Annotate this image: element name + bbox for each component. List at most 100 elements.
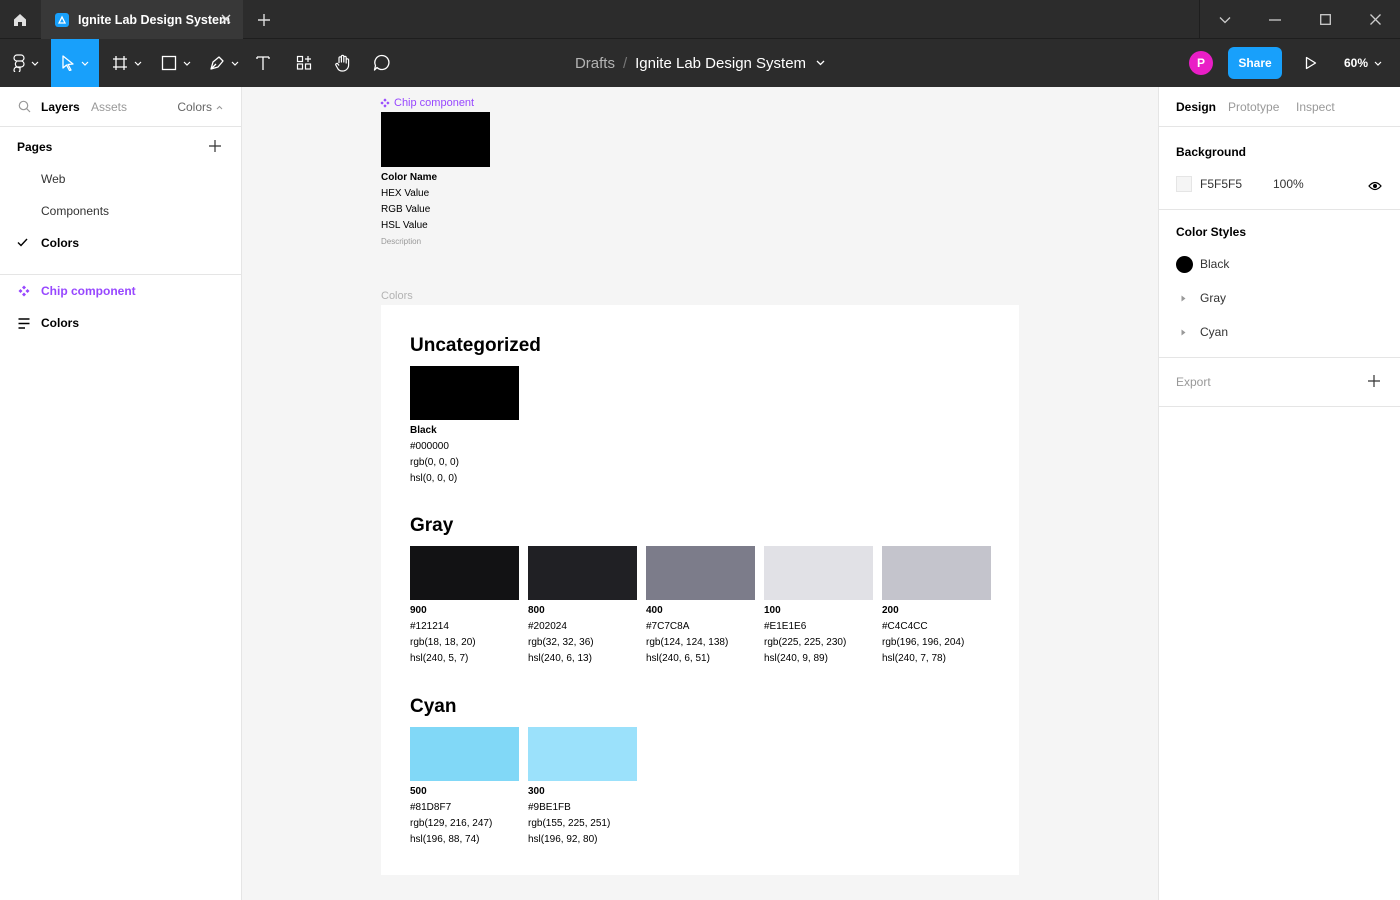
add-export-button[interactable] — [1367, 374, 1381, 393]
zoom-level: 60% — [1344, 56, 1369, 70]
chevron-down-icon — [1219, 16, 1231, 23]
chip-component-label[interactable]: Chip component — [380, 97, 474, 109]
move-tool-button[interactable] — [51, 39, 99, 87]
color-swatch[interactable] — [528, 727, 637, 781]
layer-colors-frame[interactable]: Colors — [0, 307, 241, 339]
breadcrumb-drafts-link[interactable]: Drafts — [575, 55, 615, 72]
swatch-hsl-value: hsl(240, 6, 13) — [528, 653, 592, 664]
caret-right-icon — [1181, 289, 1186, 307]
close-tab-icon[interactable] — [219, 12, 233, 26]
chevron-down-icon — [1374, 61, 1382, 66]
colors-frame-label[interactable]: Colors — [381, 290, 413, 302]
background-color-swatch[interactable] — [1176, 176, 1192, 192]
page-item-colors[interactable]: Colors — [0, 227, 241, 259]
minimize-button[interactable] — [1250, 0, 1300, 39]
close-icon — [1369, 14, 1381, 25]
new-tab-button[interactable] — [253, 10, 275, 30]
swatch-hsl-value: hsl(240, 6, 51) — [646, 653, 710, 664]
page-item-web[interactable]: Web — [0, 163, 241, 195]
tab-inspect[interactable]: Inspect — [1296, 100, 1335, 114]
file-tab[interactable]: Ignite Lab Design System — [41, 0, 243, 39]
tab-prototype[interactable]: Prototype — [1228, 100, 1279, 114]
file-menu-chevron-icon[interactable] — [816, 60, 825, 66]
pen-tool-button[interactable] — [201, 39, 247, 87]
color-swatch[interactable] — [410, 727, 519, 781]
color-swatch[interactable] — [410, 546, 519, 600]
add-page-button[interactable] — [208, 139, 222, 158]
swatch-rgb-value: rgb(0, 0, 0) — [410, 457, 459, 468]
page-item-label: Components — [41, 204, 110, 218]
swatch-rgb-value: rgb(225, 225, 230) — [764, 637, 847, 648]
shape-tool-button[interactable] — [153, 39, 199, 87]
swatch-name: Black — [410, 425, 437, 436]
tab-design[interactable]: Design — [1176, 100, 1216, 114]
swatch-name: 800 — [528, 605, 545, 616]
layer-label: Chip component — [41, 284, 136, 298]
swatch-hex-value: #E1E1E6 — [764, 621, 807, 632]
page-selector[interactable]: Colors — [177, 100, 223, 114]
swatch-hex-value: #000000 — [410, 441, 449, 452]
user-avatar[interactable]: P — [1189, 51, 1213, 75]
swatch-hex-value: #202024 — [528, 621, 567, 632]
pen-icon — [210, 56, 224, 70]
color-style-group-gray[interactable]: Gray — [1159, 284, 1400, 312]
tab-assets[interactable]: Assets — [91, 100, 127, 114]
eye-icon[interactable] — [1368, 178, 1382, 196]
colors-frame[interactable]: Uncategorized Black #000000 rgb(0, 0, 0) hsl… — [381, 305, 1019, 875]
maximize-button[interactable] — [1300, 0, 1350, 39]
minimize-icon — [1269, 18, 1281, 21]
section-title: Cyan — [410, 696, 457, 717]
plus-icon — [209, 140, 221, 152]
color-style-group-cyan[interactable]: Cyan — [1159, 318, 1400, 346]
main-menu-button[interactable] — [4, 39, 48, 87]
home-icon — [14, 13, 26, 26]
swatch-hsl-value: hsl(240, 9, 89) — [764, 653, 828, 664]
chip-swatch[interactable] — [381, 112, 490, 167]
swatch-hsl-value: hsl(196, 92, 80) — [528, 834, 598, 845]
page-item-components[interactable]: Components — [0, 195, 241, 227]
caret-right-icon — [1181, 323, 1186, 341]
chevron-down-icon — [134, 61, 142, 66]
comment-tool-button[interactable] — [369, 39, 395, 87]
color-swatch[interactable] — [646, 546, 755, 600]
section-divider — [1159, 209, 1400, 210]
page-item-label: Colors — [41, 236, 80, 250]
close-window-button[interactable] — [1350, 0, 1400, 39]
color-swatch[interactable] — [528, 546, 637, 600]
color-style-label: Black — [1200, 257, 1230, 271]
swatch-hex-value: #121214 — [410, 621, 449, 632]
swatch-rgb-value: rgb(196, 196, 204) — [882, 637, 965, 648]
color-swatch[interactable] — [764, 546, 873, 600]
frame-tool-button[interactable] — [104, 39, 150, 87]
search-icon[interactable] — [18, 100, 31, 118]
layer-chip-component[interactable]: Chip component — [0, 275, 241, 307]
chip-description: Description — [381, 237, 422, 246]
tabs-menu-button[interactable] — [1200, 0, 1250, 39]
design-canvas[interactable]: Chip component Color Name HEX Value RGB … — [242, 87, 1158, 900]
resources-tool-button[interactable] — [291, 39, 317, 87]
hand-tool-button[interactable] — [330, 39, 356, 87]
figma-logo-icon — [13, 54, 25, 72]
color-swatch[interactable] — [882, 546, 991, 600]
present-button[interactable] — [1298, 51, 1324, 75]
file-name[interactable]: Ignite Lab Design System — [635, 55, 806, 72]
layer-label: Colors — [41, 316, 80, 330]
background-opacity-input[interactable]: 100% — [1273, 177, 1304, 191]
tab-layers[interactable]: Layers — [41, 100, 80, 114]
swatch-name: 400 — [646, 605, 663, 616]
color-style-black[interactable]: Black — [1159, 250, 1400, 278]
component-icon — [18, 285, 30, 297]
title-bar: Ignite Lab Design System — [0, 0, 1400, 39]
color-swatch[interactable] — [410, 366, 519, 420]
zoom-menu[interactable]: 60% — [1344, 51, 1382, 75]
swatch-hex-value: #7C7C8A — [646, 621, 690, 632]
auto-layout-frame-icon — [18, 317, 30, 329]
home-button[interactable] — [0, 0, 40, 39]
text-tool-button[interactable] — [250, 39, 276, 87]
cursor-icon — [62, 55, 74, 71]
swatch-name: 500 — [410, 786, 427, 797]
background-hex-input[interactable]: F5F5F5 — [1200, 177, 1242, 191]
share-button[interactable]: Share — [1228, 47, 1282, 79]
swatch-hex-value: #C4C4CC — [882, 621, 928, 632]
color-style-swatch — [1176, 255, 1193, 273]
